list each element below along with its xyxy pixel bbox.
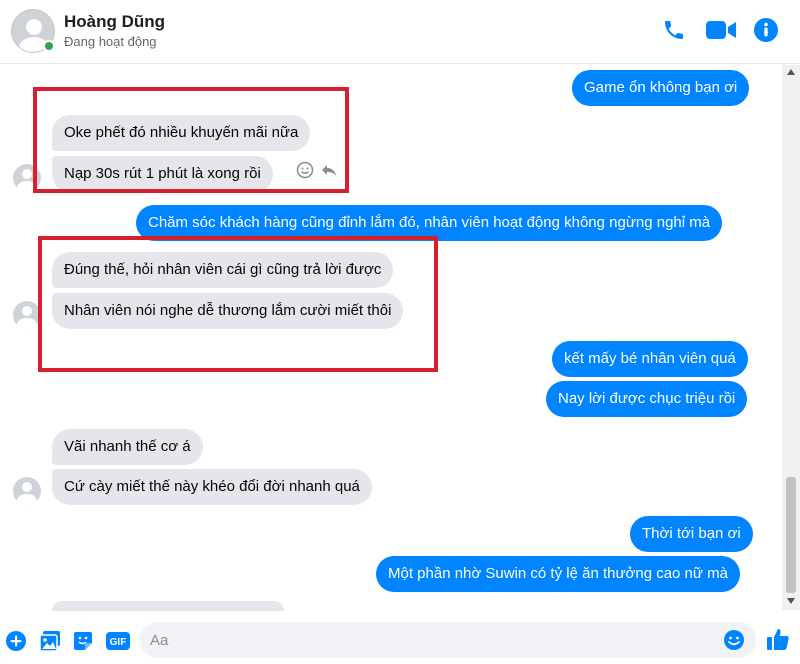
sticker-icon[interactable] [72, 630, 94, 652]
gif-icon[interactable]: GIF [105, 630, 131, 652]
message-input[interactable] [150, 622, 710, 658]
add-icon[interactable] [5, 630, 27, 652]
highlight-box [38, 236, 438, 372]
message-outgoing[interactable]: Thời tới bạn ơi [630, 516, 753, 552]
highlight-box [33, 87, 349, 193]
message-outgoing[interactable]: kết mấy bé nhân viên quá [552, 341, 748, 377]
info-icon[interactable] [752, 16, 780, 44]
message-composer: GIF [0, 614, 800, 664]
online-status-dot [43, 40, 55, 52]
chat-header: Hoàng Dũng Đang hoạt động [0, 0, 800, 64]
contact-name[interactable]: Hoàng Dũng [64, 12, 165, 32]
message-outgoing[interactable]: Một phần nhờ Suwin có tỷ lệ ăn thưởng ca… [376, 556, 740, 592]
message-incoming-partial [52, 601, 284, 611]
contact-avatar-small [13, 477, 41, 505]
scrollbar-thumb[interactable] [786, 477, 796, 593]
scroll-down-arrow-icon[interactable] [787, 598, 795, 604]
message-outgoing[interactable]: Nay lời được chục triệu rồi [546, 381, 748, 417]
video-call-icon[interactable] [704, 16, 738, 44]
like-icon[interactable] [765, 626, 791, 652]
message-incoming[interactable]: Cứ cày miết thế này khéo đổi đời nhanh q… [52, 469, 372, 505]
emoji-icon[interactable] [723, 629, 745, 656]
message-outgoing[interactable]: Game ổn không bạn ơi [572, 70, 750, 106]
gif-label: GIF [110, 637, 127, 648]
scroll-up-arrow-icon[interactable] [787, 69, 795, 75]
image-icon[interactable] [39, 630, 61, 652]
contact-status: Đang hoạt động [64, 34, 157, 49]
message-input-box[interactable] [140, 622, 756, 658]
contact-avatar-small [13, 301, 41, 329]
message-incoming[interactable]: Vãi nhanh thế cơ á [52, 429, 203, 465]
message-list[interactable]: Game ổn không bạn ơi Oke phết đó nhiều k… [0, 65, 782, 610]
phone-icon[interactable] [660, 16, 688, 44]
scrollbar[interactable] [782, 65, 800, 610]
